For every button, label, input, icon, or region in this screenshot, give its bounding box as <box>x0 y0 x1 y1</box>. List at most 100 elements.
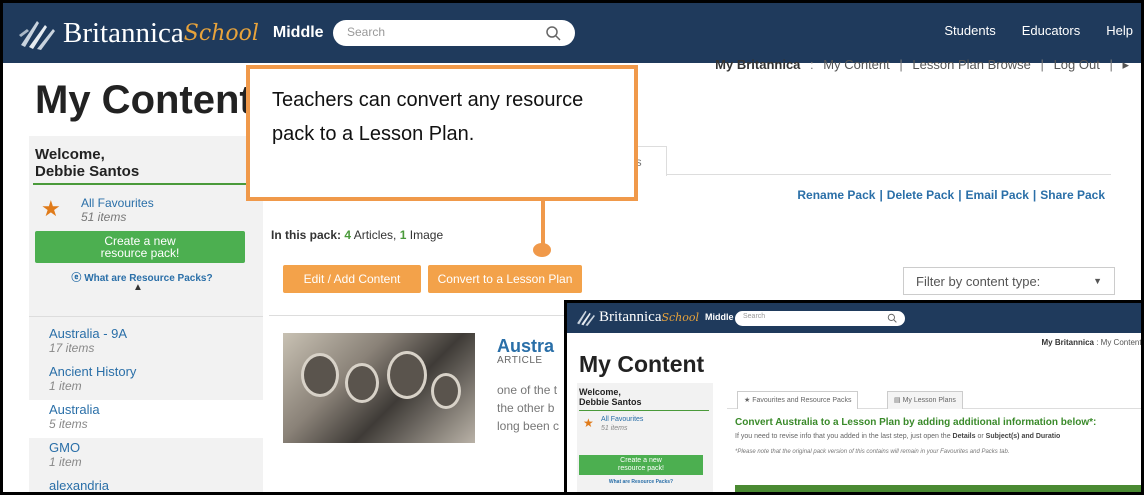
articles-label: Articles, <box>353 228 397 242</box>
article-type: ARTICLE <box>497 355 543 366</box>
pack-name[interactable]: GMO <box>49 440 263 455</box>
sidebar-rule <box>33 183 259 185</box>
list-item-active[interactable]: Australia 5 items <box>29 400 263 438</box>
search-box[interactable] <box>333 20 575 46</box>
filter-label: Filter by content type: <box>916 274 1041 289</box>
delete-pack-link[interactable]: Delete Pack <box>887 188 954 202</box>
thumbnail-figure <box>387 351 427 399</box>
images-label: Image <box>409 228 444 242</box>
inset-create-pack-button: Create a new resource pack! <box>579 455 703 475</box>
inset-level: Middle <box>705 312 734 322</box>
star-icon: ★ <box>41 196 61 221</box>
images-count: 1 <box>399 228 407 242</box>
link-lesson-plan-browse[interactable]: Lesson Plan Browse <box>912 57 1031 72</box>
divider: | <box>1040 57 1044 72</box>
list-item[interactable]: GMO 1 item <box>29 438 263 476</box>
inset-sidebar-rule <box>579 410 709 411</box>
britannica-logo[interactable]: Britannica School Middle <box>17 13 324 53</box>
content-type-filter[interactable]: Filter by content type: ▼ <box>903 267 1115 295</box>
email-pack-link[interactable]: Email Pack <box>966 188 1029 202</box>
inset-brand-school: School <box>661 310 700 324</box>
inset-pack-note: *Please note that the original pack vers… <box>735 449 1010 455</box>
nav-help[interactable]: Help <box>1106 23 1133 38</box>
link-my-content[interactable]: My Content <box>823 57 889 72</box>
inset-account-nav: My Britannica : My Content | Les <box>1041 338 1141 347</box>
inset-tab2-label: My Lesson Plans <box>902 397 956 404</box>
pack-name[interactable]: Australia - 9A <box>49 326 263 341</box>
snippet-line: one of the t <box>497 383 558 397</box>
inset-note1-or: or <box>977 433 984 440</box>
thumbnail-figure <box>345 363 379 403</box>
create-pack-button[interactable]: Create a new resource pack! <box>35 231 245 263</box>
brand-name: Britannica <box>63 16 184 49</box>
edit-add-content-button[interactable]: Edit / Add Content <box>283 265 421 293</box>
snippet-line: the other b <box>497 401 555 415</box>
inset-favourites-label: All Favourites <box>601 416 644 423</box>
pack-count: 1 item <box>49 455 82 469</box>
top-header: Britannica School Middle Students Educat… <box>3 3 1141 63</box>
inset-welcome-line: Welcome, <box>579 387 621 397</box>
inset-revise-note: If you need to revise info that you adde… <box>735 433 1060 440</box>
create-line-2: resource pack! <box>100 246 180 260</box>
inset-page-title: My Content <box>579 351 705 377</box>
help-icon: ⓔ <box>71 273 85 284</box>
pack-name[interactable]: Ancient History <box>49 364 263 379</box>
inset-note1-details: Details <box>952 433 976 440</box>
colon: : <box>810 57 814 72</box>
welcome-text: Welcome, Debbie Santos <box>35 146 139 180</box>
search-input[interactable] <box>347 25 537 39</box>
inset-convert-heading: Convert Australia to a Lesson Plan by ad… <box>735 417 1097 428</box>
account-nav: My Britannica : My Content | Lesson Plan… <box>715 57 1129 73</box>
sidebar: Welcome, Debbie Santos ★ All Favourites … <box>29 136 263 492</box>
thumbnail-figure <box>301 353 339 397</box>
chevron-down-icon: ▼ <box>1093 276 1102 286</box>
inset-screenshot: Britannica School Middle Search My Brita… <box>564 300 1141 492</box>
nav-students[interactable]: Students <box>944 23 995 38</box>
share-pack-link[interactable]: Share Pack <box>1040 188 1105 202</box>
inset-note1-subjects: Subject(s) and Duratio <box>985 433 1061 440</box>
thistle-logo-icon <box>19 21 55 50</box>
my-britannica-label: My Britannica <box>715 57 801 72</box>
article-title[interactable]: Austra <box>497 336 554 357</box>
screenshot-frame: Britannica School Middle Students Educat… <box>0 0 1144 495</box>
inset-brand: Britannica <box>599 308 662 325</box>
link-log-out[interactable]: Log Out <box>1054 57 1100 72</box>
divider: | <box>879 188 883 202</box>
divider: | <box>899 57 903 72</box>
nav-educators[interactable]: Educators <box>1022 23 1081 38</box>
pack-name[interactable]: Australia <box>49 402 263 417</box>
annotation-callout: Teachers can convert any resource pack t… <box>246 65 638 201</box>
inset-search-placeholder: Search <box>743 313 766 320</box>
article-thumbnail[interactable] <box>283 333 475 443</box>
inset-favourites-count: 51 items <box>601 425 628 432</box>
scroll-up-icon[interactable]: ▲ <box>133 282 143 293</box>
divider: | <box>1109 57 1113 72</box>
search-icon[interactable] <box>545 25 561 41</box>
inset-welcome: Welcome, Debbie Santos <box>579 387 642 407</box>
sidebar-divider <box>29 316 263 317</box>
convert-lesson-plan-button[interactable]: Convert to a Lesson Plan <box>428 265 582 293</box>
list-item[interactable]: Ancient History 1 item <box>29 362 263 400</box>
favourites-count: 51 items <box>81 210 127 224</box>
inset-tab-favourites: ★ Favourites and Resource Packs <box>737 391 859 409</box>
top-nav: Students Educators Help <box>918 23 1133 38</box>
list-item[interactable]: Australia - 9A 17 items <box>29 324 263 362</box>
brand-school: School <box>183 20 259 46</box>
pack-summary: In this pack: 4 Articles, 1 Image <box>271 228 443 242</box>
more-arrow-icon[interactable]: ▸ <box>1122 57 1129 72</box>
pack-name[interactable]: alexandria <box>49 478 263 492</box>
favourites-label[interactable]: All Favourites <box>81 196 154 210</box>
callout-text: Teachers can convert any resource pack t… <box>272 89 584 145</box>
inset-create-line-2: resource pack! <box>618 465 664 472</box>
search-icon <box>887 313 897 323</box>
inset-sidebar: Welcome, Debbie Santos ★ All Favourites … <box>577 383 713 492</box>
rename-pack-link[interactable]: Rename Pack <box>797 188 875 202</box>
pack-count: 1 item <box>49 379 82 393</box>
inset-search-box: Search <box>735 311 905 326</box>
list-item[interactable]: alexandria <box>29 476 263 492</box>
thistle-logo-icon <box>577 310 595 326</box>
pack-actions: Rename Pack | Delete Pack | Email Pack | Share… <box>797 188 1105 202</box>
articles-count: 4 <box>344 228 352 242</box>
inset-my-britannica: My Britannica <box>1041 338 1094 347</box>
snippet-line: long been c <box>497 419 560 433</box>
